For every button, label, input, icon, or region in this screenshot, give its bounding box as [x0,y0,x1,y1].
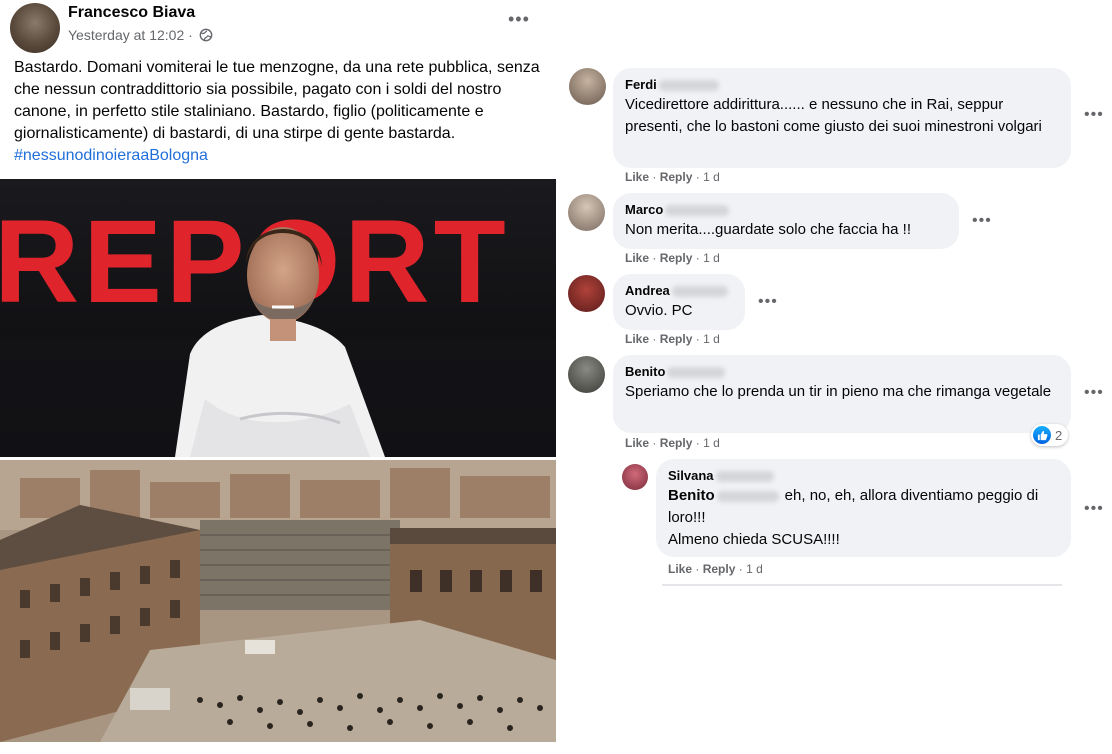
comment-options-button[interactable]: ••• [1084,384,1104,402]
comment-actions: Like · Reply · 1 d [625,251,720,265]
reaction-count: 2 [1055,427,1063,443]
post-body: Bastardo. Domani vomiterai le tue menzog… [14,57,544,167]
reply-link[interactable]: Reply [660,170,693,184]
reaction-count-badge[interactable]: 2 [1031,424,1069,446]
like-link[interactable]: Like [625,436,649,450]
reply-link[interactable]: Reply [660,332,693,346]
globe-icon [199,28,213,42]
reply-age[interactable]: 1 d [746,562,763,576]
like-link[interactable]: Like [625,170,649,184]
reply-text: Benito eh, no, eh, allora diventiamo pegg… [668,485,1059,551]
comment-bubble: Andrea Ovvio. PC [613,274,745,330]
commenter-avatar[interactable] [568,275,605,312]
separator: · [695,251,700,265]
replier-avatar[interactable] [622,464,648,490]
comment-bubble: Marco Non merita....guardate solo che fa… [613,193,959,249]
commenter-name[interactable]: Benito [625,363,1059,381]
comment-age[interactable]: 1 d [703,251,720,265]
separator: · [652,436,657,450]
separator: · [652,332,657,346]
commenter-avatar[interactable] [568,356,605,393]
commenter-name[interactable]: Andrea [625,282,733,300]
reply-link[interactable]: Reply [703,562,736,576]
report-photo-graphic: REPORT [0,179,556,457]
comment-options-button[interactable]: ••• [972,212,992,230]
comment-text: Non merita....guardate solo che faccia h… [625,221,911,238]
comment-age[interactable]: 1 d [703,170,720,184]
comment-actions: Like · Reply · 1 d [625,436,720,450]
reply-options-button[interactable]: ••• [1084,500,1104,518]
comment-options-button[interactable]: ••• [1084,106,1104,124]
comment-text: Vicedirettore addirittura...... e nessun… [625,96,1042,135]
like-link[interactable]: Like [668,562,692,576]
comment-text: Speriamo che lo prenda un tir in pieno m… [625,383,1052,400]
commenter-name[interactable]: Ferdi [625,76,1059,94]
post-author-name[interactable]: Francesco Biava [68,4,195,22]
comment-age[interactable]: 1 d [703,332,720,346]
reply-link[interactable]: Reply [660,436,693,450]
reply-actions: Like · Reply · 1 d [668,562,763,576]
comment-bubble: Benito Speriamo che lo prenda un tir in … [613,355,1071,433]
replier-name[interactable]: Silvana [668,467,1059,485]
like-link[interactable]: Like [625,332,649,346]
facebook-post: Francesco Biava Yesterday at 12:02 · •••… [0,0,556,754]
comment-text: Ovvio. PC [625,302,693,319]
comments-section: Ferdi Vicedirettore addirittura...... e … [556,0,1112,754]
author-avatar[interactable] [10,3,60,53]
like-reaction-icon [1033,426,1051,444]
post-options-button[interactable]: ••• [508,10,532,32]
commenter-name[interactable]: Marco [625,201,947,219]
hashtag-link[interactable]: #nessunodinoieraaBologna [14,147,208,164]
post-timestamp[interactable]: Yesterday at 12:02 · [68,27,193,43]
reply-link[interactable]: Reply [660,251,693,265]
separator: · [695,562,700,576]
divider [662,584,1062,586]
reply-text-line2: Almeno chieda SCUSA!!!! [668,531,840,548]
separator: · [695,332,700,346]
like-link[interactable]: Like [625,251,649,265]
mention-link[interactable]: Benito [668,487,715,504]
comment-options-button[interactable]: ••• [758,293,778,311]
comment-bubble: Ferdi Vicedirettore addirittura...... e … [613,68,1071,168]
separator: · [695,170,700,184]
comment-actions: Like · Reply · 1 d [625,170,720,184]
comment-age[interactable]: 1 d [703,436,720,450]
post-photo-bologna-station[interactable] [0,460,556,742]
separator: · [652,251,657,265]
commenter-avatar[interactable] [568,194,605,231]
separator: · [738,562,743,576]
reply-bubble: Silvana Benito eh, no, eh, allora diventi… [656,459,1071,557]
commenter-avatar[interactable] [569,68,606,105]
separator: · [652,170,657,184]
comment-actions: Like · Reply · 1 d [625,332,720,346]
post-photo-report[interactable]: REPORT [0,179,556,457]
bologna-photo-graphic [0,460,556,742]
post-text: Bastardo. Domani vomiterai le tue menzog… [14,59,540,142]
separator: · [695,436,700,450]
